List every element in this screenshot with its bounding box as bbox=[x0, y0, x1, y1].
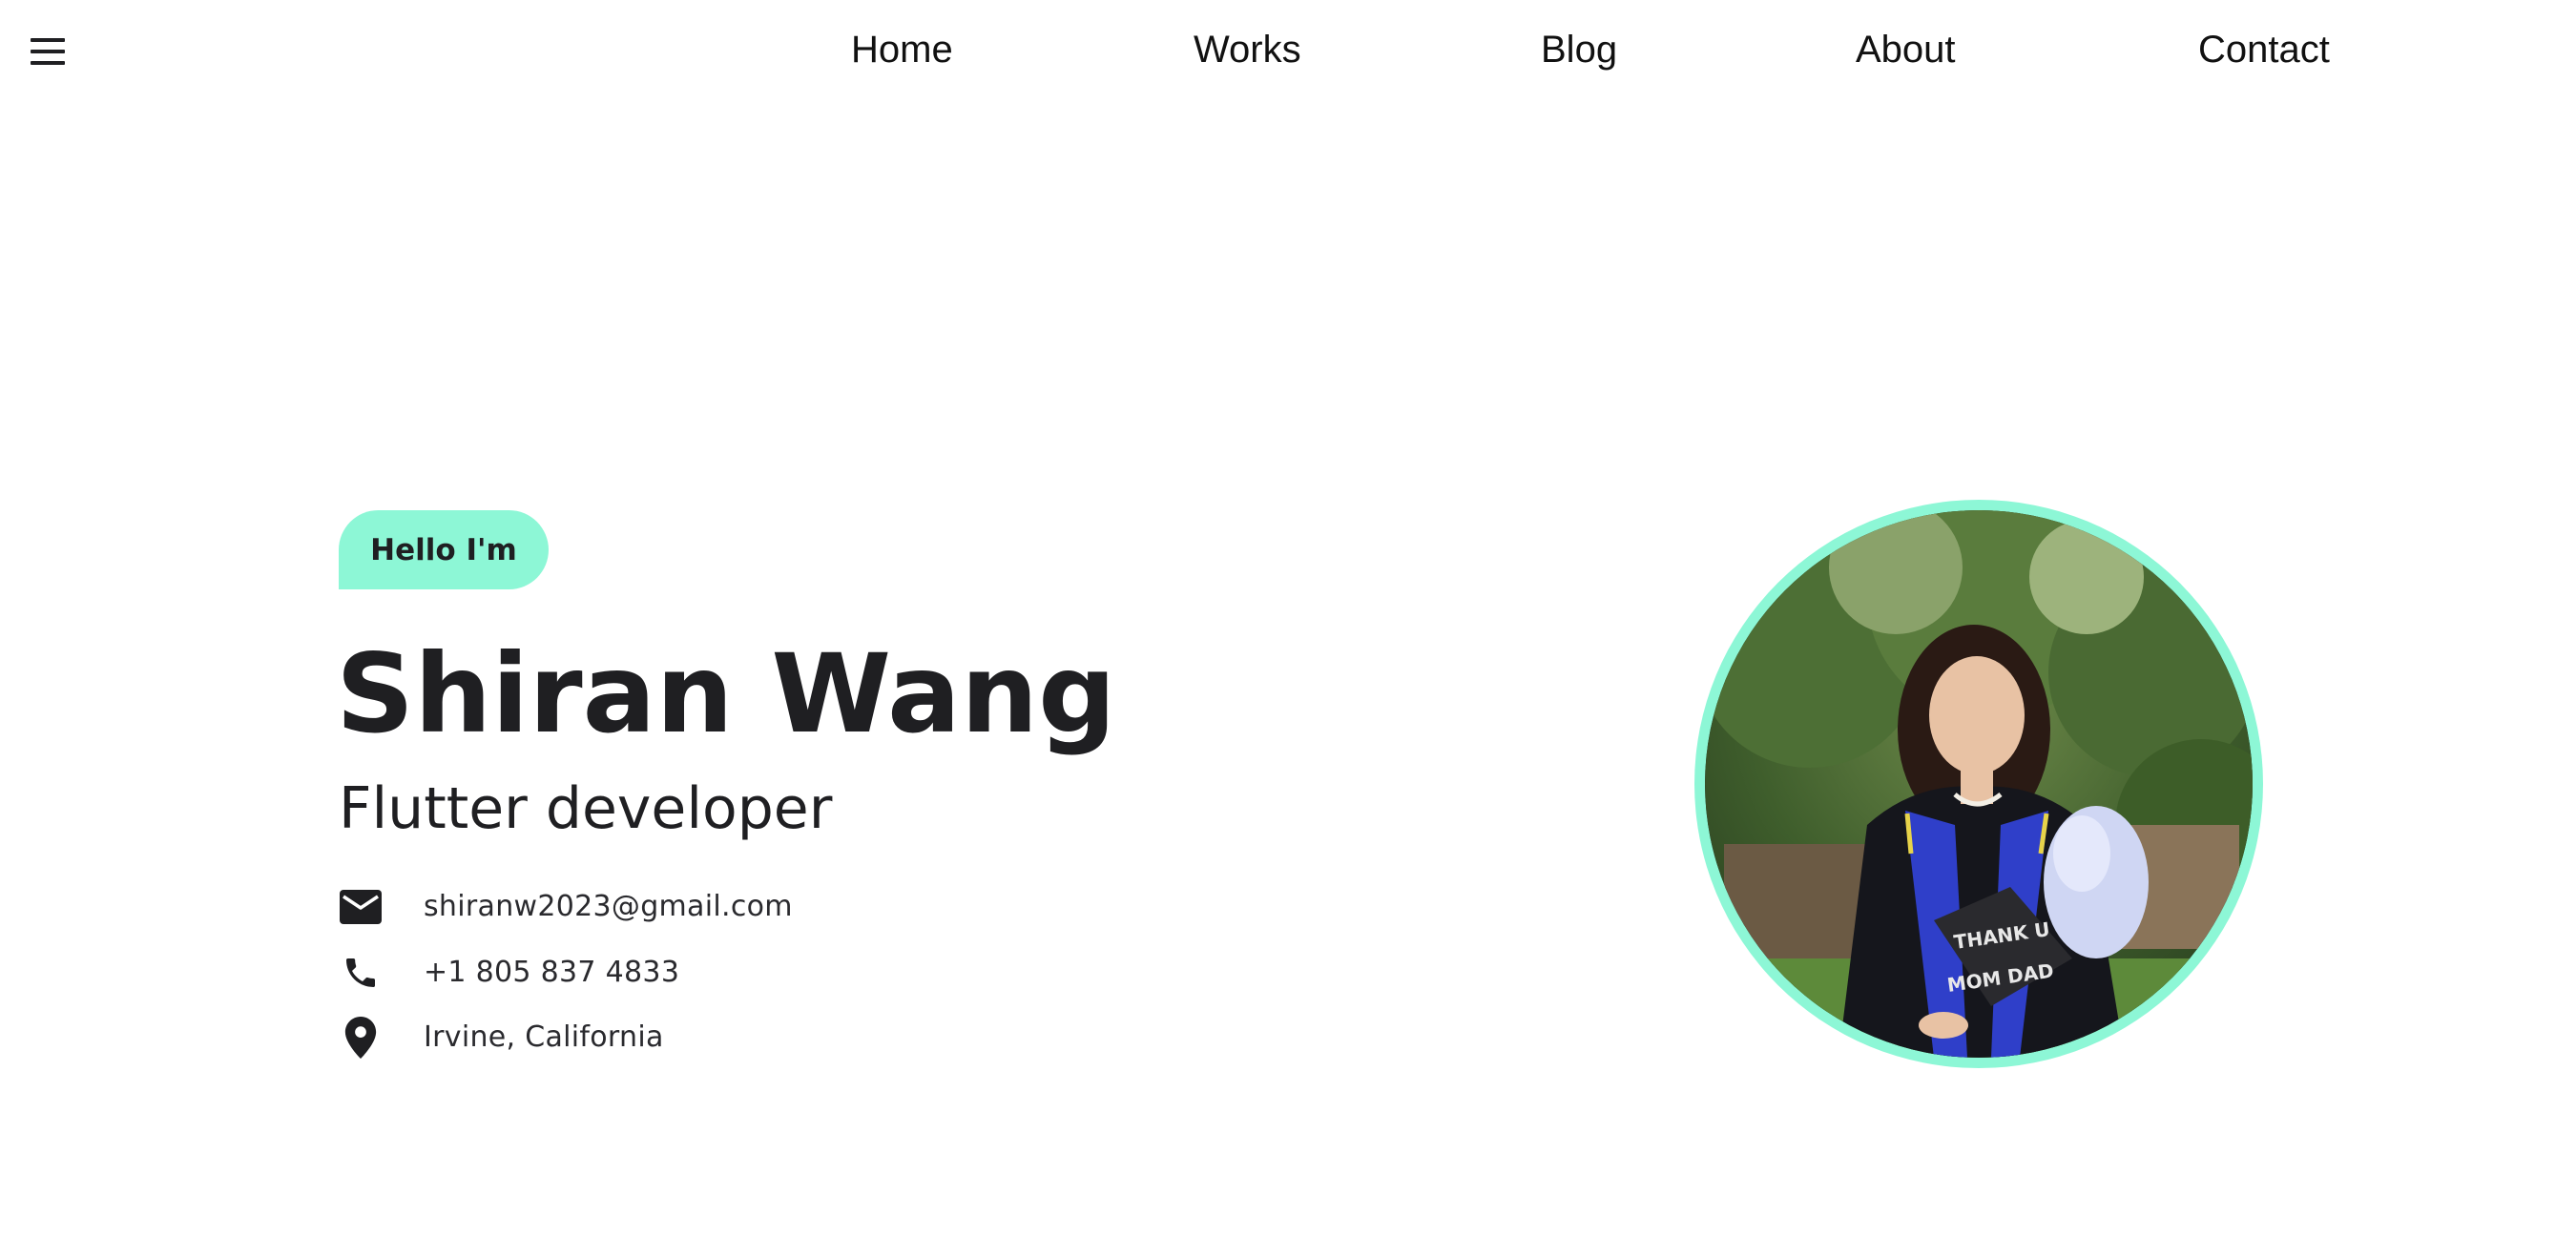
portfolio-page: Home Works Blog About Contact Hello I'm … bbox=[0, 0, 2576, 1236]
nav-link-about[interactable]: About bbox=[1856, 29, 1956, 72]
hamburger-menu-icon[interactable] bbox=[29, 36, 67, 67]
nav-link-works[interactable]: Works bbox=[1194, 29, 1301, 72]
contact-location-text: Irvine, California bbox=[424, 1020, 664, 1054]
contact-phone-row: +1 805 837 4833 bbox=[339, 950, 679, 996]
profile-name: Shiran Wang bbox=[336, 630, 1116, 757]
location-pin-icon bbox=[339, 1016, 383, 1060]
mail-icon bbox=[339, 885, 383, 929]
nav-link-home[interactable]: Home bbox=[851, 29, 953, 72]
profile-photo-frame: THANK U MOM DAD bbox=[1694, 500, 2263, 1068]
contact-email-text[interactable]: shiranw2023@gmail.com bbox=[424, 890, 793, 923]
top-navigation-bar: Home Works Blog About Contact bbox=[0, 0, 2576, 107]
profile-role: Flutter developer bbox=[339, 775, 833, 842]
nav-link-blog[interactable]: Blog bbox=[1541, 29, 1617, 72]
contact-location-row: Irvine, California bbox=[339, 1015, 663, 1061]
greeting-badge: Hello I'm bbox=[339, 510, 549, 589]
nav-link-contact[interactable]: Contact bbox=[2198, 29, 2330, 72]
profile-photo: THANK U MOM DAD bbox=[1705, 510, 2253, 1058]
contact-phone-text[interactable]: +1 805 837 4833 bbox=[424, 956, 679, 989]
phone-icon bbox=[339, 951, 383, 995]
contact-email-row: shiranw2023@gmail.com bbox=[339, 884, 793, 930]
